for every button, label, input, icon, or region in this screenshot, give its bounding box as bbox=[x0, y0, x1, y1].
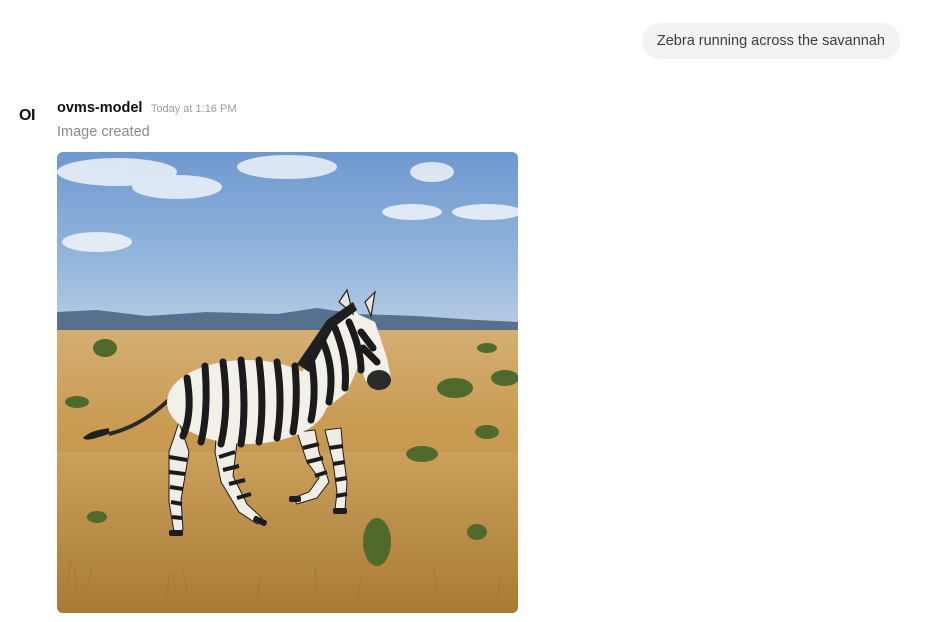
model-name: ovms-model bbox=[57, 100, 143, 116]
generated-image[interactable] bbox=[57, 152, 518, 613]
message-timestamp: Today at 1:16 PM bbox=[150, 103, 237, 115]
model-avatar: OI bbox=[19, 107, 35, 124]
user-message-bubble: Zebra running across the savannah bbox=[641, 23, 900, 59]
image-status-text: Image created bbox=[57, 124, 150, 140]
message-header: ovms-model Today at 1:16 PM bbox=[57, 99, 236, 119]
chat-view: Zebra running across the savannah OI ovm… bbox=[0, 0, 935, 622]
zebra-savannah-image bbox=[57, 152, 518, 613]
